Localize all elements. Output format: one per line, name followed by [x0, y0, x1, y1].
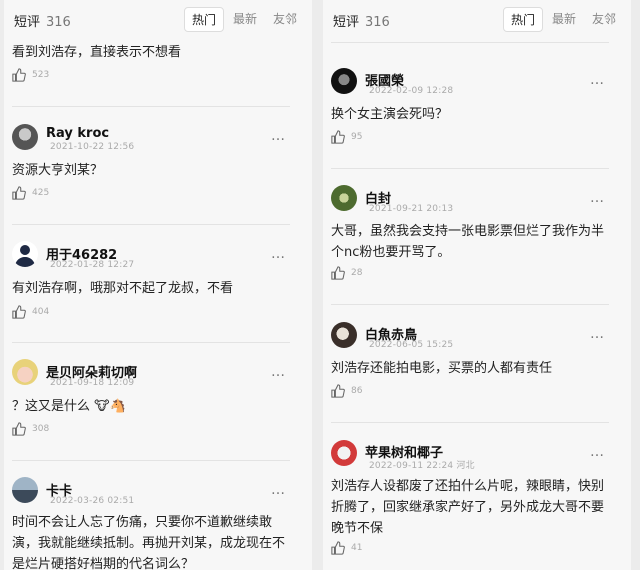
like-count: 523 [32, 70, 50, 80]
like-count: 86 [351, 386, 363, 396]
more-options-icon[interactable]: … [590, 72, 605, 88]
tab-hot[interactable]: 热门 [502, 7, 543, 32]
more-options-icon[interactable]: … [271, 128, 286, 144]
divider [331, 42, 609, 43]
tab-latest[interactable]: 最新 [226, 7, 264, 32]
avatar[interactable] [12, 477, 38, 503]
comment-text: 大哥，虽然我会支持一张电影票但烂了我作为半 个nc粉也要开骂了。 [331, 224, 605, 260]
comment-count: 316 [365, 15, 390, 30]
thumbs-up-icon [12, 305, 26, 319]
thumbs-up-icon [331, 130, 345, 144]
divider [12, 342, 290, 343]
comment-text: ？这又是什么 🐮🐴 [12, 399, 126, 414]
like-button[interactable]: 41 [331, 541, 362, 555]
like-button[interactable]: 523 [12, 68, 49, 82]
more-options-icon[interactable]: … [271, 482, 286, 498]
left-comment-panel: 短评 316 热门 最新 友邻 看到刘浩存，直接表示不想看 523 Ray kro… [4, 0, 312, 570]
comment-date: 2021-09-18 12:09 [50, 378, 135, 388]
comment-date: 2022-09-11 22:24 河北 [369, 461, 475, 471]
comment-text: 刘浩存人设都废了还拍什么片呢，辣眼睛，快别 折腾了，回家继承家产好了，另外成龙大… [331, 479, 605, 536]
like-count: 404 [32, 307, 50, 317]
tab-friends[interactable]: 友邻 [266, 7, 304, 32]
avatar[interactable] [12, 359, 38, 385]
divider [331, 304, 609, 305]
thumbs-up-icon [12, 422, 26, 436]
default-avatar-icon [15, 245, 35, 267]
comment-date: 2021-10-22 12:56 [50, 142, 135, 152]
more-options-icon[interactable]: … [271, 364, 286, 380]
section-title: 短评 316 [333, 15, 390, 30]
more-options-icon[interactable]: … [590, 190, 605, 206]
comment-count: 316 [46, 15, 71, 30]
like-button[interactable]: 425 [12, 186, 49, 200]
comment-date: 2022-06-05 15:25 [369, 340, 454, 350]
avatar[interactable] [331, 185, 357, 211]
like-count: 425 [32, 188, 50, 198]
avatar[interactable] [12, 124, 38, 150]
like-count: 28 [351, 268, 363, 278]
more-options-icon[interactable]: … [271, 246, 286, 262]
like-button[interactable]: 308 [12, 422, 49, 436]
divider [331, 422, 609, 423]
comment-date: 2022-02-09 12:28 [369, 86, 454, 96]
divider [12, 460, 290, 461]
more-options-icon[interactable]: … [590, 326, 605, 342]
comments-header: 短评 316 热门 最新 友邻 [4, 0, 312, 40]
avatar[interactable] [12, 241, 38, 267]
thumbs-up-icon [331, 266, 345, 280]
tab-friends[interactable]: 友邻 [585, 7, 623, 32]
divider [331, 168, 609, 169]
comment-text: 资源大亨刘某？ [12, 163, 104, 178]
comment-text: 有刘浩存啊，哦那对不起了龙叔，不看 [12, 281, 234, 296]
like-button[interactable]: 95 [331, 130, 362, 144]
like-count: 95 [351, 132, 363, 142]
comment-text: 换个女主演会死吗？ [331, 107, 449, 122]
section-title: 短评 316 [14, 15, 71, 30]
comment-date: 2021-09-21 20:13 [369, 204, 454, 214]
comment-text: 刘浩存还能拍电影，买票的人都有责任 [331, 361, 553, 376]
like-button[interactable]: 28 [331, 266, 362, 280]
more-options-icon[interactable]: … [590, 444, 605, 460]
thumbs-up-icon [331, 384, 345, 398]
tab-hot[interactable]: 热门 [183, 7, 224, 32]
thumbs-up-icon [331, 541, 345, 555]
right-comment-panel: 短评 316 热门 最新 友邻 張國榮 2022-02-09 12:28 … 换个… [323, 0, 631, 570]
comment-date: 2022-03-26 02:51 [50, 496, 135, 506]
comment-text: 时间不会让人忘了伤痛，只要你不道歉继续敢 演，我就能继续抵制。再抛开刘某，成龙现… [12, 515, 286, 570]
like-count: 308 [32, 424, 50, 434]
avatar[interactable] [331, 322, 357, 348]
sort-tabs: 热门 最新 友邻 [502, 7, 623, 32]
like-button[interactable]: 404 [12, 305, 49, 319]
like-button[interactable]: 86 [331, 384, 362, 398]
sort-tabs: 热门 最新 友邻 [183, 7, 304, 32]
thumbs-up-icon [12, 186, 26, 200]
tab-latest[interactable]: 最新 [545, 7, 583, 32]
comments-header: 短评 316 热门 最新 友邻 [323, 0, 631, 40]
divider [12, 106, 290, 107]
like-count: 41 [351, 543, 363, 553]
username[interactable]: Ray kroc [46, 126, 109, 141]
comment-date: 2022-01-28 12:27 [50, 260, 135, 270]
comment-text: 看到刘浩存，直接表示不想看 [12, 45, 182, 60]
divider [12, 224, 290, 225]
avatar[interactable] [331, 440, 357, 466]
thumbs-up-icon [12, 68, 26, 82]
avatar[interactable] [331, 68, 357, 94]
